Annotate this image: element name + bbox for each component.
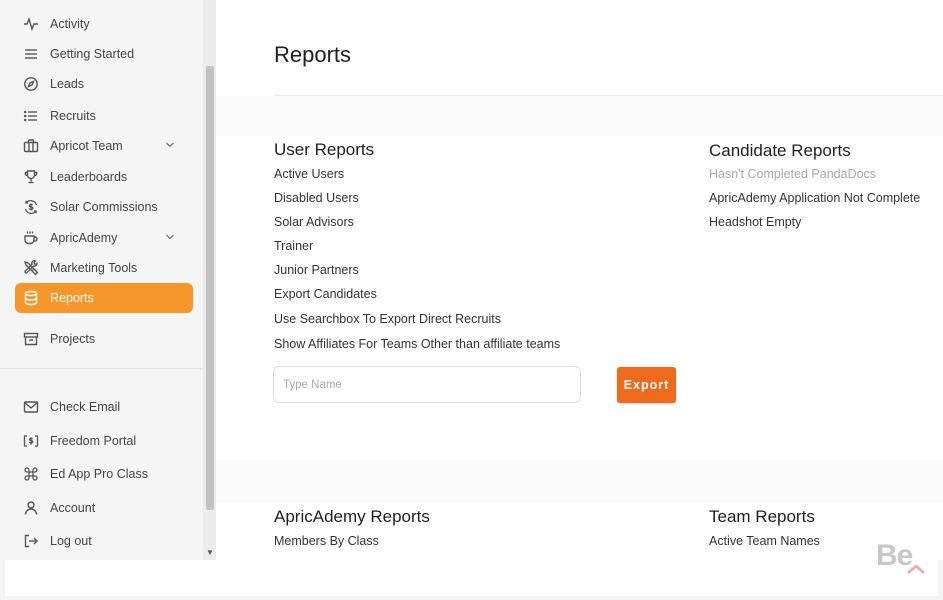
list-icon xyxy=(22,107,40,125)
report-link-active-team-names[interactable]: Active Team Names xyxy=(709,534,820,548)
sidebar-item-label: ApricAdemy xyxy=(50,231,118,245)
sidebar-item-label: Recruits xyxy=(50,109,96,123)
report-link-export-candidates[interactable]: Export Candidates xyxy=(274,287,377,301)
sidebar-item-label: Account xyxy=(50,501,96,515)
page-title: Reports xyxy=(274,42,352,67)
sidebar-item-label: Freedom Portal xyxy=(50,434,137,448)
sidebar-item-label: Ed App Pro Class xyxy=(50,467,148,481)
chevron-down-icon[interactable] xyxy=(165,232,175,242)
sidebar-item-label: Check Email xyxy=(50,400,121,414)
sidebar-item-label: Marketing Tools xyxy=(50,261,138,275)
command-icon xyxy=(22,465,40,483)
sidebar-item-log-out[interactable]: Log out xyxy=(15,526,193,556)
report-link-apricademy-application[interactable]: ApricAdemy Application Not Complete xyxy=(709,191,920,205)
team-reports-title: Team Reports xyxy=(709,507,815,526)
archive-icon xyxy=(22,330,40,348)
type-name-input[interactable] xyxy=(273,366,581,403)
sidebar-item-leaderboards[interactable]: Leaderboards xyxy=(15,162,193,192)
section-band xyxy=(216,96,943,136)
sidebar-item-ed-app-pro-class[interactable]: Ed App Pro Class xyxy=(15,459,193,489)
sidebar-item-label: Log out xyxy=(50,534,92,548)
sidebar-item-marketing-tools[interactable]: Marketing Tools xyxy=(15,253,193,283)
scroll-down-arrow-icon[interactable]: ▼ xyxy=(206,548,214,557)
candidate-reports-title: Candidate Reports xyxy=(709,141,851,160)
sidebar-item-leads[interactable]: Leads xyxy=(15,69,193,99)
report-link-pandadocs[interactable]: Hasn't Completed PandaDocs xyxy=(709,167,876,181)
sidebar-item-reports[interactable]: Reports xyxy=(15,283,193,313)
mail-icon xyxy=(22,398,40,416)
chevron-down-icon[interactable] xyxy=(165,140,175,150)
sidebar-item-label: Leads xyxy=(50,77,85,91)
report-link-solar-advisors[interactable]: Solar Advisors xyxy=(274,215,354,229)
sidebar-item-label: Reports xyxy=(50,291,94,305)
report-link-members-by-class[interactable]: Members By Class xyxy=(274,534,379,548)
sidebar-item-label: Solar Commissions xyxy=(50,200,158,214)
user-icon xyxy=(22,499,40,517)
menu-icon xyxy=(22,45,40,63)
sidebar-item-account[interactable]: Account xyxy=(15,493,193,523)
sidebar-item-apricademy[interactable]: ApricAdemy xyxy=(15,223,193,253)
user-reports-title: User Reports xyxy=(274,140,375,159)
database-icon xyxy=(22,289,40,307)
report-link-show-affiliates[interactable]: Show Affiliates For Teams Other than aff… xyxy=(274,337,560,351)
report-link-searchbox-export[interactable]: Use Searchbox To Export Direct Recruits xyxy=(274,312,501,326)
logout-icon xyxy=(22,532,40,550)
report-link-active-users[interactable]: Active Users xyxy=(274,167,344,181)
activity-icon xyxy=(22,15,40,33)
bottom-bar xyxy=(5,560,938,596)
sidebar-item-projects[interactable]: Projects xyxy=(15,324,193,354)
report-link-disabled-users[interactable]: Disabled Users xyxy=(274,191,359,205)
sidebar-item-getting-started[interactable]: Getting Started xyxy=(15,39,193,69)
sidebar-item-activity[interactable]: Activity xyxy=(15,9,193,39)
sidebar-divider xyxy=(0,368,203,369)
sidebar-item-check-email[interactable]: Check Email xyxy=(15,392,193,422)
sidebar-item-solar-commissions[interactable]: Solar Commissions xyxy=(15,192,193,222)
sidebar-scrollbar[interactable]: ▼ xyxy=(203,0,216,560)
report-link-trainer[interactable]: Trainer xyxy=(274,239,313,253)
scrollbar-thumb[interactable] xyxy=(206,66,214,510)
trophy-icon xyxy=(22,168,40,186)
report-link-headshot-empty[interactable]: Headshot Empty xyxy=(709,215,801,229)
section-band xyxy=(216,460,943,502)
report-link-junior-partners[interactable]: Junior Partners xyxy=(274,263,359,277)
sidebar-item-label: Leaderboards xyxy=(50,170,128,184)
main-content: Reports User Reports Active Users Disabl… xyxy=(216,0,943,560)
apricademy-reports-title: ApricAdemy Reports xyxy=(274,507,430,526)
compass-icon xyxy=(22,75,40,93)
sidebar-item-freedom-portal[interactable]: Freedom Portal xyxy=(15,426,193,456)
export-button[interactable]: Export xyxy=(617,367,676,403)
sidebar-item-apricot-team[interactable]: Apricot Team xyxy=(15,131,193,161)
portal-icon xyxy=(22,432,40,450)
sidebar-item-label: Apricot Team xyxy=(50,139,123,153)
sidebar-item-recruits[interactable]: Recruits xyxy=(15,101,193,131)
briefcase-icon xyxy=(22,137,40,155)
coffee-icon xyxy=(22,229,40,247)
watermark-accent-icon xyxy=(907,564,925,574)
sidebar: Activity Getting Started Leads Recruits … xyxy=(0,0,203,560)
sidebar-item-label: Activity xyxy=(50,17,90,31)
tools-icon xyxy=(22,259,40,277)
sidebar-item-label: Getting Started xyxy=(50,47,135,61)
dollar-cycle-icon xyxy=(22,198,40,216)
behance-watermark-logo: Be xyxy=(876,539,928,579)
sidebar-item-label: Projects xyxy=(50,332,96,346)
